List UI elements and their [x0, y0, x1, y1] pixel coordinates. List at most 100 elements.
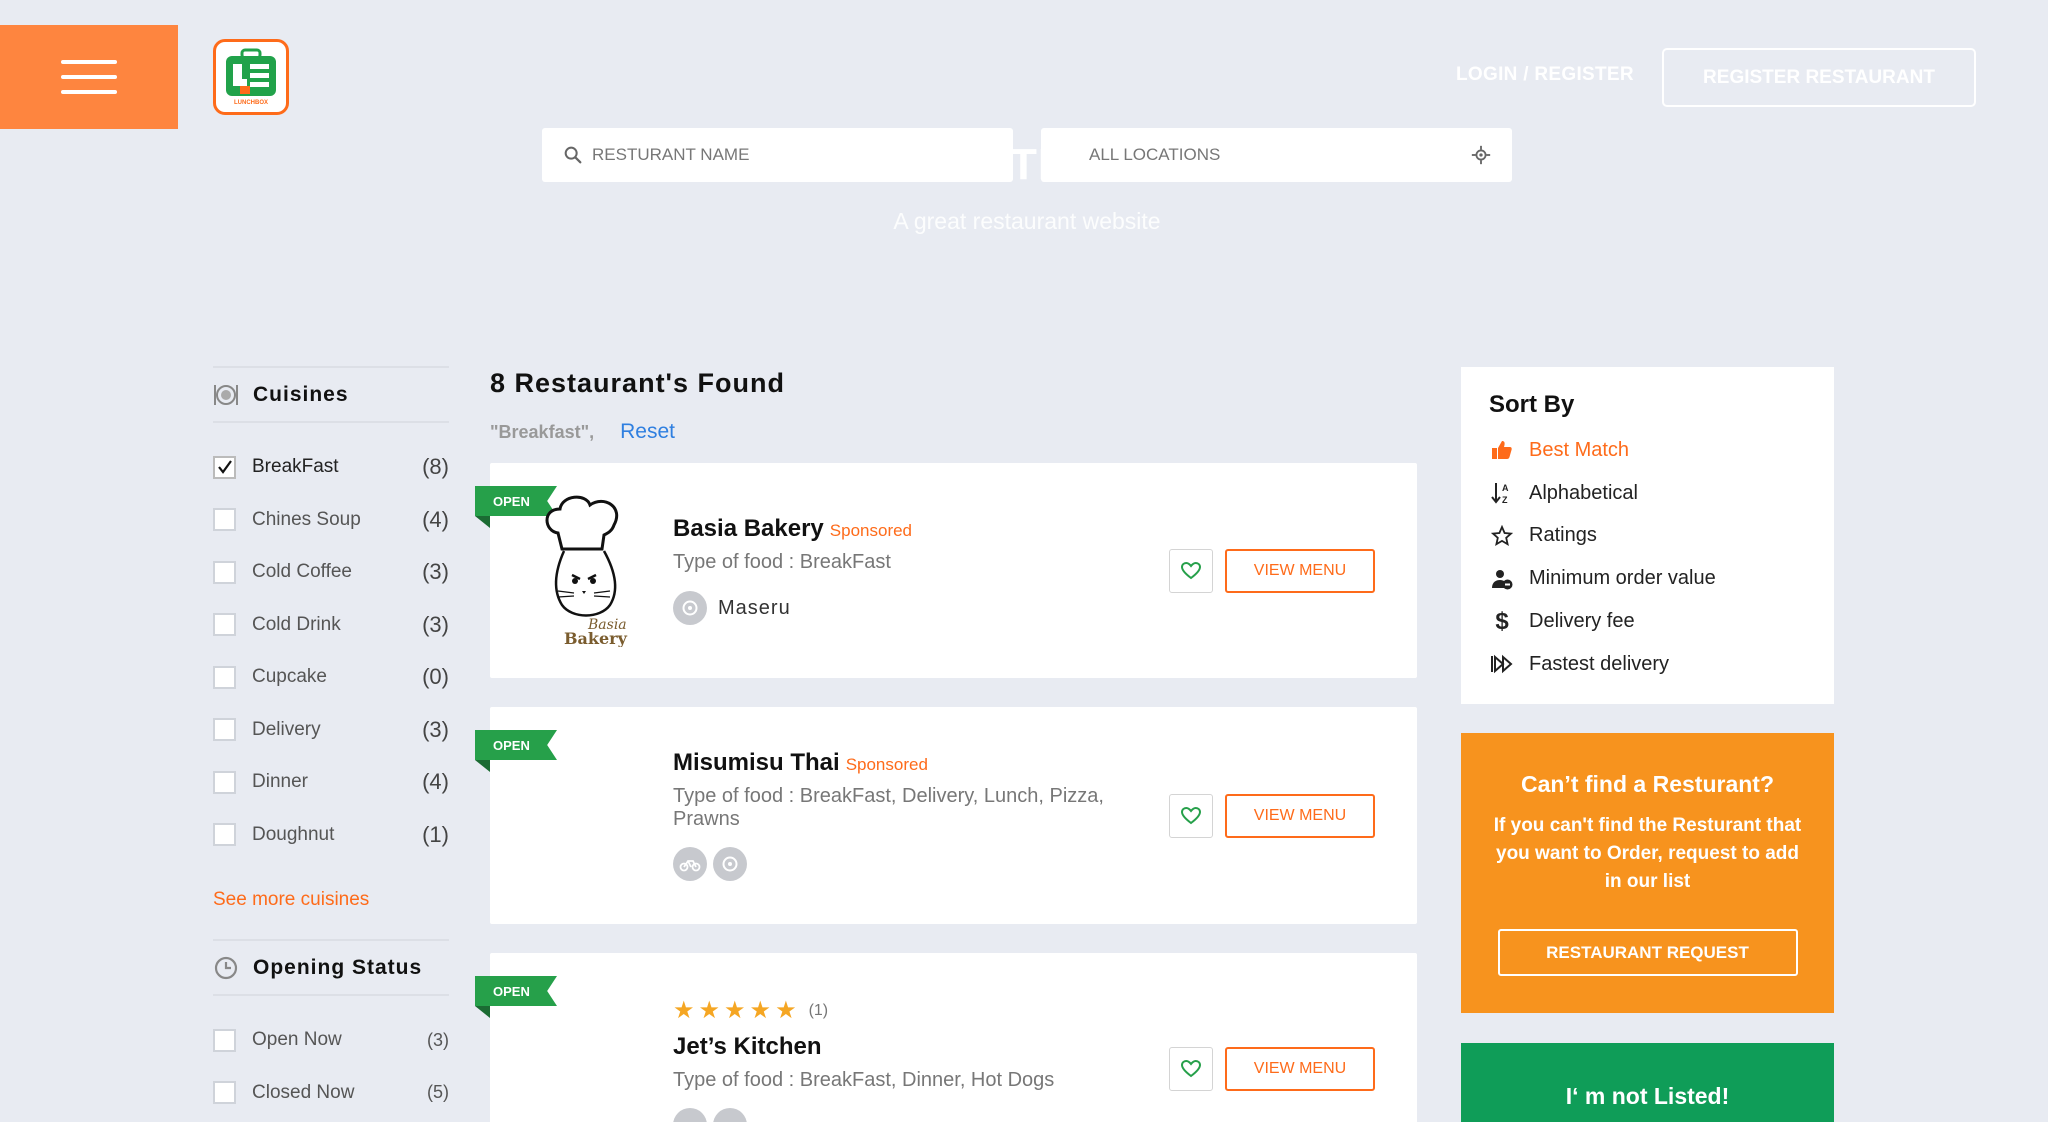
basia-logo-text-2: Bakery — [564, 629, 628, 647]
restaurant-request-button[interactable]: RESTAURANT REQUEST — [1497, 929, 1798, 976]
restaurant-name[interactable]: Jet’s Kitchen — [673, 1033, 822, 1061]
cuisine-filter-dinner[interactable]: Dinner (4) — [213, 756, 449, 809]
login-register-link[interactable]: LOGIN / REGISTER — [1456, 64, 1634, 86]
restaurant-card[interactable]: OPEN ★ ★ ★ ★ ★ (1) Jet’s Kitchen Type of… — [475, 953, 1417, 1122]
lunchbox-logo-icon: LUNCHBOX — [226, 48, 276, 106]
checkbox[interactable] — [213, 823, 236, 847]
checkbox[interactable] — [213, 718, 236, 742]
favorite-button[interactable] — [1169, 1047, 1213, 1091]
restaurant-card[interactable]: OPEN Basia Bakery Basia Bakery Sponsored … — [475, 463, 1417, 678]
sponsored-badge: Sponsored — [845, 755, 928, 774]
view-menu-button[interactable]: VIEW MENU — [1225, 794, 1375, 838]
service-icons — [673, 591, 707, 625]
restaurant-card[interactable]: OPEN Misumisu Thai Sponsored Type of food… — [475, 707, 1417, 924]
delivery-bike-icon — [673, 847, 707, 881]
not-listed-title: I‘ m not Listed! — [1565, 1083, 1730, 1109]
active-filters: "Breakfast", Reset — [490, 420, 675, 444]
locate-crosshair-icon[interactable] — [1470, 144, 1492, 166]
food-type: Type of food : BreakFast — [673, 551, 891, 573]
sort-option-label: Minimum order value — [1529, 567, 1716, 590]
pickup-icon — [713, 847, 747, 881]
filter-label: Closed Now — [252, 1081, 355, 1103]
filter-label: Open Now — [252, 1029, 342, 1051]
opening-filter-closed-now[interactable]: Closed Now (5) — [213, 1067, 449, 1120]
cuisine-filter-list: BreakFast (8) Chines Soup (4) Cold Coffe… — [213, 423, 449, 861]
filter-label: Cupcake — [252, 666, 327, 688]
cuisine-filter-chines-soup[interactable]: Chines Soup (4) — [213, 494, 449, 547]
sort-option-label: Ratings — [1529, 524, 1597, 547]
cuisine-filter-cupcake[interactable]: Cupcake (0) — [213, 651, 449, 704]
svg-text:A: A — [1502, 483, 1509, 493]
fast-forward-icon — [1489, 651, 1515, 677]
site-logo[interactable]: LUNCHBOX — [213, 39, 289, 115]
view-menu-button[interactable]: VIEW MENU — [1225, 549, 1375, 593]
cuisines-title: Cuisines — [253, 382, 349, 406]
filter-count: (4) — [422, 506, 449, 532]
pickup-icon — [673, 591, 707, 625]
location-search-box — [1041, 128, 1512, 182]
sponsored-badge: Sponsored — [829, 521, 913, 540]
restaurant-request-box: Can’t find a Resturant? If you can't fin… — [1461, 733, 1834, 1013]
checkbox[interactable] — [213, 1028, 236, 1052]
sort-option-best-match[interactable]: Best Match — [1489, 429, 1834, 472]
checkbox[interactable] — [213, 770, 236, 794]
not-listed-box[interactable]: I‘ m not Listed! — [1461, 1043, 1834, 1122]
checkbox-checked[interactable] — [213, 455, 236, 479]
star-outline-icon — [1489, 523, 1515, 549]
restaurant-search-box — [542, 128, 1013, 182]
thumbs-up-icon — [1489, 437, 1515, 463]
star-filled-icon: ★ — [775, 997, 797, 1024]
favorite-button[interactable] — [1169, 794, 1213, 838]
filter-count: (3) — [422, 559, 449, 585]
service-icons — [673, 847, 747, 881]
star-filled-icon: ★ — [698, 997, 721, 1024]
restaurant-name-text[interactable]: Misumisu Thai — [673, 749, 840, 776]
restaurant-name[interactable]: Basia Bakery Sponsored — [673, 515, 912, 543]
sort-option-alphabetical[interactable]: AZ Alphabetical — [1489, 472, 1834, 515]
sort-option-ratings[interactable]: Ratings — [1489, 515, 1834, 558]
filter-label: Delivery — [252, 718, 321, 740]
sort-alpha-icon: AZ — [1489, 480, 1515, 506]
restaurant-name-text[interactable]: Jet’s Kitchen — [673, 1033, 822, 1060]
sort-option-minimum-order[interactable]: Minimum order value — [1489, 557, 1834, 600]
checkbox[interactable] — [213, 560, 236, 584]
cuisines-section-header: Cuisines — [213, 366, 449, 423]
filter-count: (3) — [427, 1029, 449, 1050]
checkbox[interactable] — [213, 665, 236, 689]
restaurant-name-text[interactable]: Basia Bakery — [673, 515, 824, 542]
checkmark-icon — [217, 460, 232, 475]
cuisine-filter-doughnut[interactable]: Doughnut (1) — [213, 809, 449, 862]
sort-option-label: Alphabetical — [1529, 481, 1638, 504]
restaurant-location: Maseru — [718, 597, 791, 619]
restaurant-name[interactable]: Misumisu Thai Sponsored — [673, 749, 928, 777]
register-restaurant-button[interactable]: REGISTER RESTAURANT — [1662, 48, 1976, 107]
filter-count: (5) — [427, 1082, 449, 1103]
checkbox[interactable] — [213, 1081, 236, 1105]
reset-filters-link[interactable]: Reset — [620, 420, 675, 444]
favorite-button[interactable] — [1169, 549, 1213, 593]
opening-filter-open-now[interactable]: Open Now (3) — [213, 1014, 449, 1067]
heart-icon — [1181, 807, 1201, 825]
search-icon — [564, 146, 582, 164]
filter-label: Dinner — [252, 771, 308, 793]
sort-option-label: Fastest delivery — [1529, 652, 1670, 675]
sort-option-delivery-fee[interactable]: $ Delivery fee — [1489, 600, 1834, 643]
checkbox[interactable] — [213, 613, 236, 637]
sort-by-panel: Sort By Best Match AZ Alphabetical Ratin… — [1461, 367, 1834, 704]
sort-option-fastest-delivery[interactable]: Fastest delivery — [1489, 643, 1834, 686]
see-more-cuisines-link[interactable]: See more cuisines — [213, 889, 449, 911]
filter-label: Cold Drink — [252, 613, 341, 635]
cuisine-filter-breakfast[interactable]: BreakFast (8) — [213, 441, 449, 494]
checkbox[interactable] — [213, 508, 236, 532]
cuisine-filter-cold-drink[interactable]: Cold Drink (3) — [213, 599, 449, 652]
restaurant-name-input[interactable] — [592, 128, 1013, 182]
open-ribbon: OPEN — [475, 730, 557, 760]
hamburger-menu-button[interactable] — [0, 25, 178, 129]
cuisine-filter-cold-coffee[interactable]: Cold Coffee (3) — [213, 546, 449, 599]
active-filter-tag: "Breakfast", — [490, 421, 595, 442]
clock-icon — [214, 956, 238, 979]
location-input[interactable] — [1089, 128, 1470, 182]
cuisine-filter-delivery[interactable]: Delivery (3) — [213, 704, 449, 757]
user-minus-icon — [1489, 566, 1515, 592]
view-menu-button[interactable]: VIEW MENU — [1225, 1047, 1375, 1091]
